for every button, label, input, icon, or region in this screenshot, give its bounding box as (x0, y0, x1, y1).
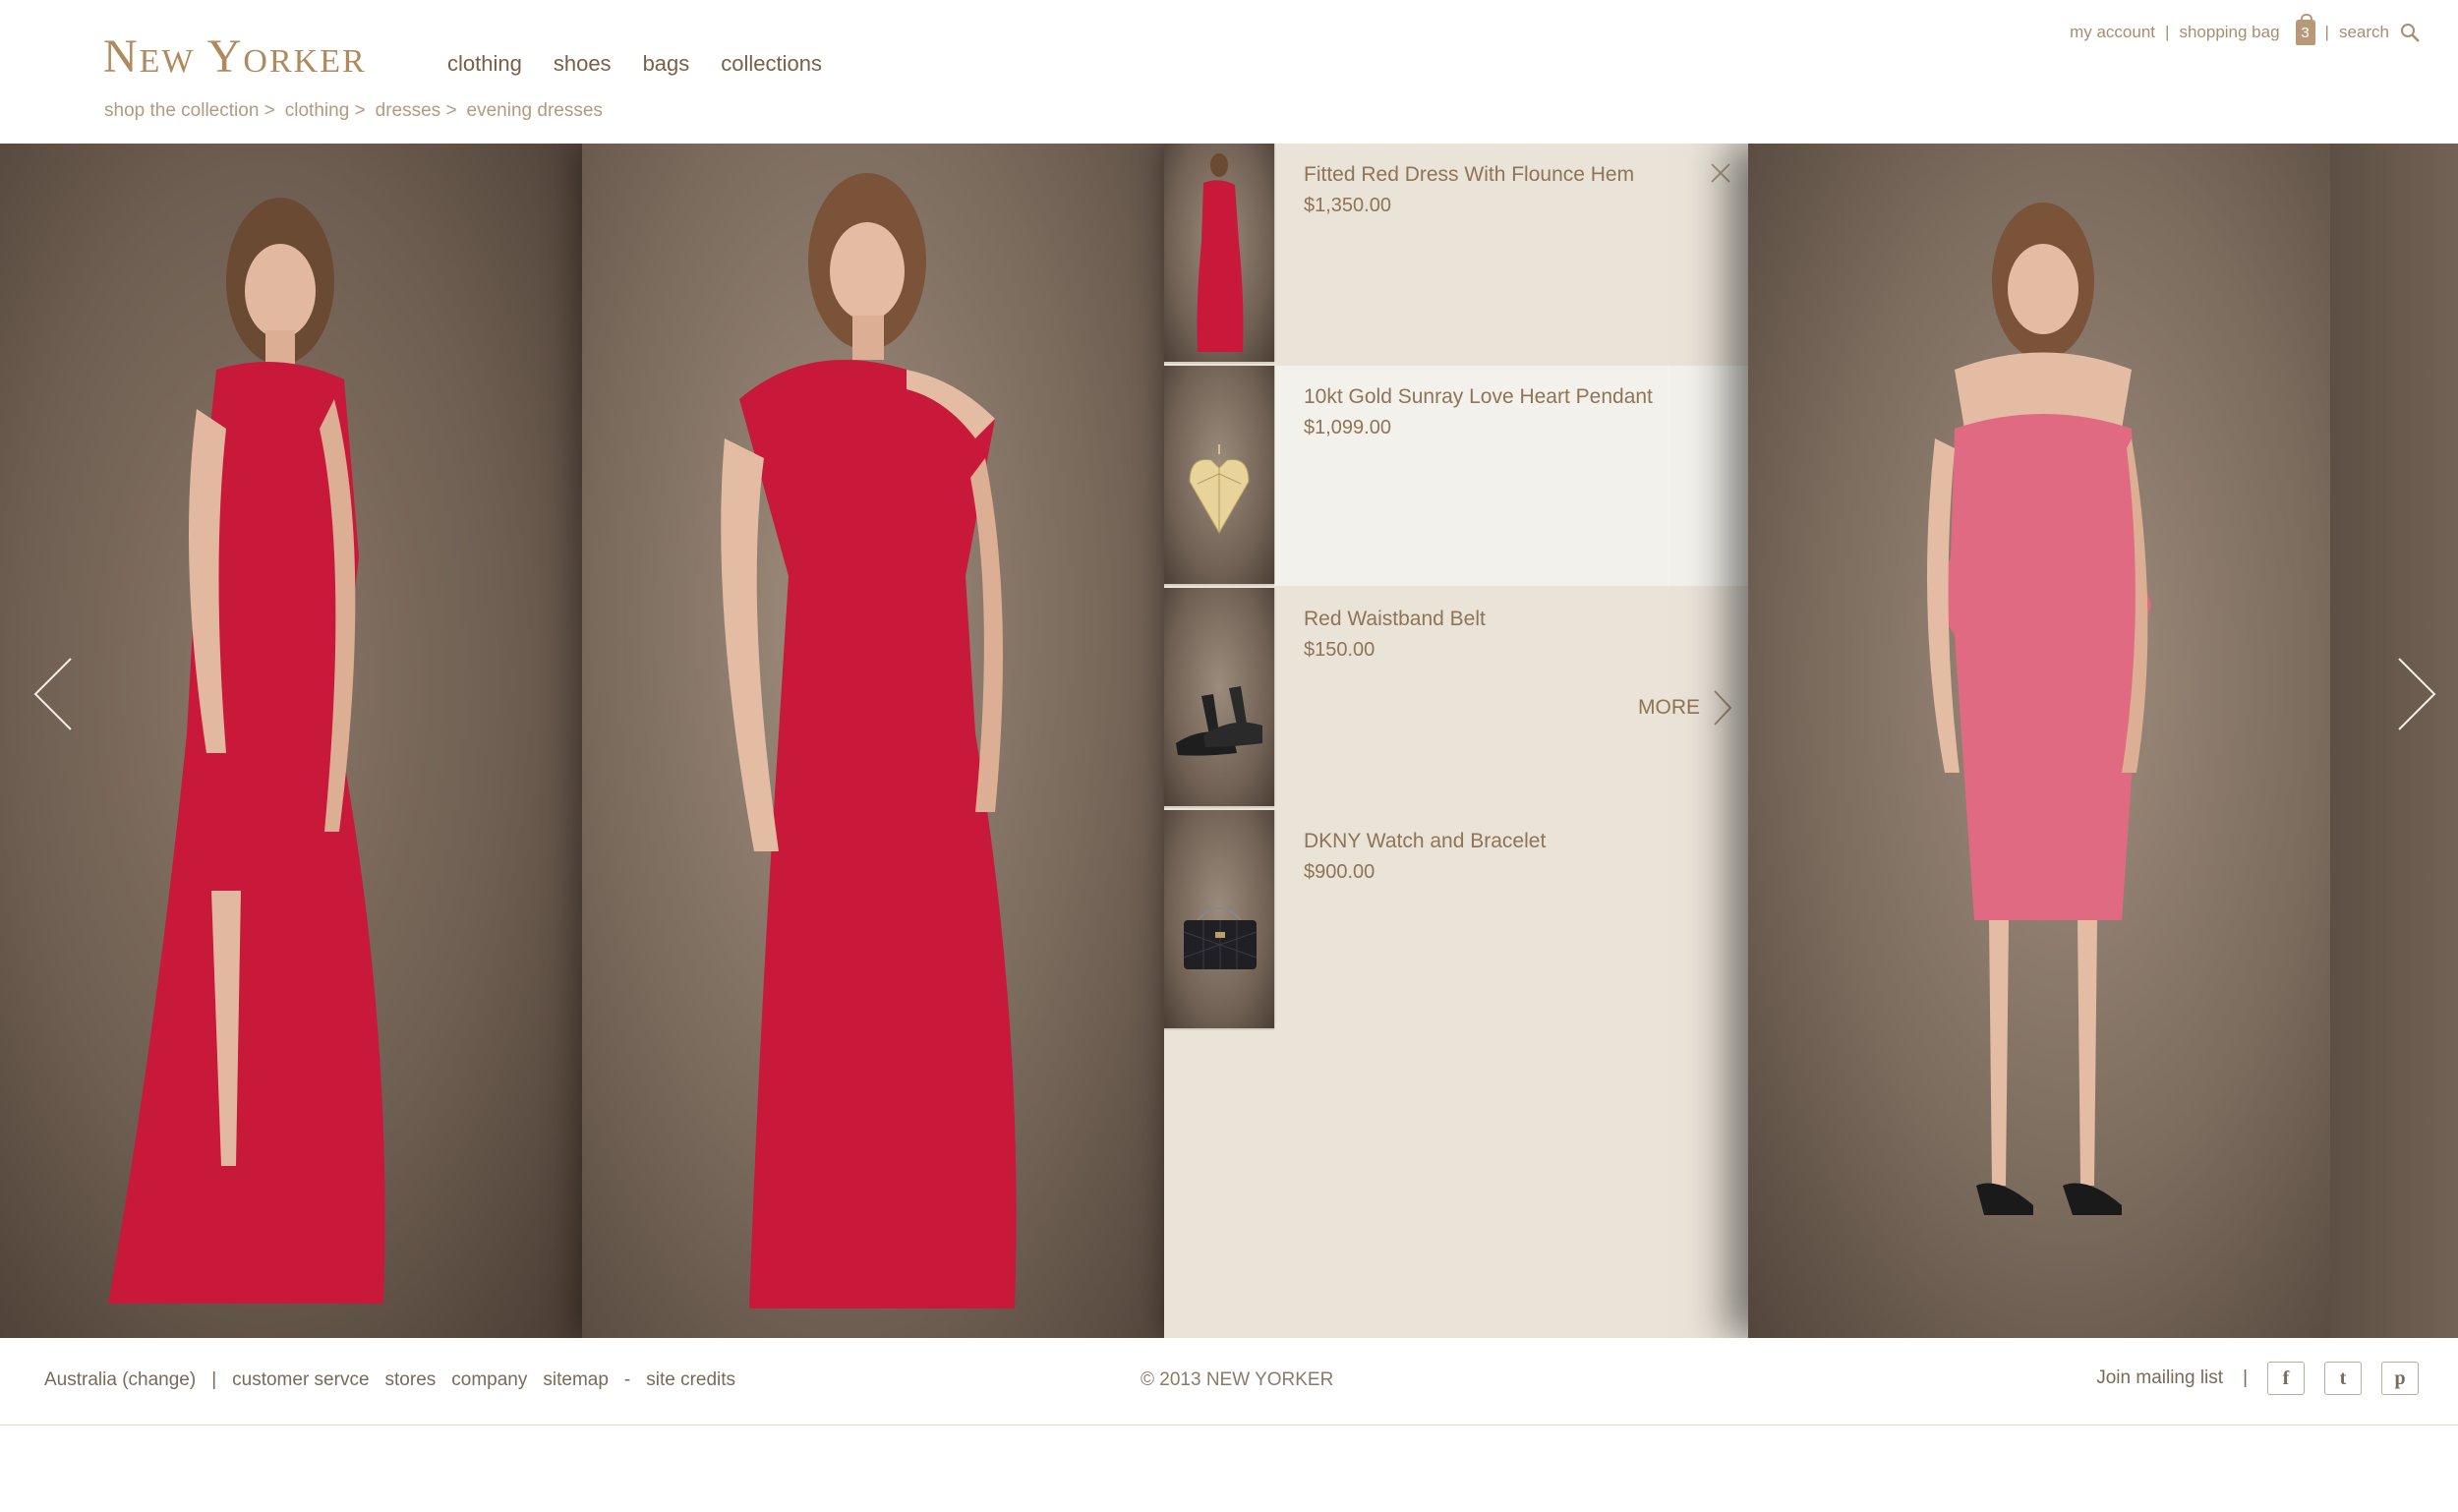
product-name[interactable]: 10kt Gold Sunray Love Heart Pendant (1304, 385, 1653, 409)
site-footer: Australia (change) | customer servce sto… (0, 1338, 2458, 1425)
handbag-icon (1183, 907, 1258, 969)
product-gallery: Fitted Red Dress With Flounce Hem $1,350… (0, 144, 2458, 1338)
more-label: MORE (1638, 696, 1700, 719)
footer-stores-link[interactable]: stores (385, 1369, 437, 1391)
product-item[interactable]: Red Waistband Belt $150.00 MORE (1164, 588, 1748, 808)
nav-shoes[interactable]: shoes (554, 51, 612, 77)
footer-company-link[interactable]: company (451, 1369, 527, 1391)
chevron-left-icon[interactable] (28, 655, 87, 733)
footer-site-credits-link[interactable]: site credits (646, 1369, 735, 1391)
search-link[interactable]: search (2339, 23, 2389, 42)
footer-links: Australia (change) | customer servce sto… (44, 1369, 735, 1391)
more-button[interactable]: MORE (1638, 689, 1733, 727)
footer-customer-service-link[interactable]: customer servce (232, 1369, 369, 1391)
twitter-icon[interactable]: t (2324, 1362, 2362, 1395)
site-logo[interactable]: New Yorker (103, 29, 367, 84)
footer-sitemap-link[interactable]: sitemap (543, 1369, 609, 1391)
main-nav: clothing shoes bags collections (447, 51, 822, 77)
product-thumbnail[interactable] (1164, 366, 1275, 586)
model-photo-red-gown-center[interactable] (582, 144, 1164, 1338)
product-thumbnail[interactable] (1164, 588, 1275, 808)
product-price: $1,099.00 (1304, 417, 1391, 438)
model-photo-pink-dress[interactable] (1748, 144, 2330, 1338)
footer-separator: | (211, 1369, 217, 1390)
breadcrumb-shop-collection[interactable]: shop the collection > (104, 100, 275, 122)
close-icon[interactable] (1709, 161, 1732, 185)
product-thumbnail[interactable] (1164, 144, 1275, 364)
util-separator: | (2324, 23, 2329, 41)
product-item[interactable]: DKNY Watch and Bracelet $900.00 (1164, 810, 1748, 1030)
breadcrumb-clothing[interactable]: clothing > (285, 100, 366, 122)
site-header: New Yorker clothing shoes bags collectio… (0, 0, 2458, 144)
heart-pendant-icon (1189, 444, 1250, 535)
pinterest-icon[interactable]: p (2381, 1362, 2419, 1395)
bag-count-badge[interactable]: 3 (2295, 14, 2315, 45)
footer-separator: - (623, 1369, 631, 1390)
nav-collections[interactable]: collections (721, 51, 822, 77)
nav-bags[interactable]: bags (643, 51, 690, 77)
footer-region-link[interactable]: Australia (change) (44, 1369, 196, 1391)
shop-the-look-panel: Fitted Red Dress With Flounce Hem $1,350… (1164, 144, 1748, 1338)
product-thumbnail[interactable] (1164, 810, 1275, 1030)
model-photo-red-gown-left[interactable] (0, 144, 582, 1338)
model-figure (1927, 203, 2151, 1215)
footer-separator: | (2243, 1367, 2248, 1388)
product-price: $900.00 (1304, 861, 1375, 883)
model-figure (108, 198, 385, 1304)
model-figure (721, 173, 1017, 1308)
product-price: $1,350.00 (1304, 195, 1391, 216)
utility-bar: my account | shopping bag 3 | search (2070, 14, 2421, 45)
product-name[interactable]: DKNY Watch and Bracelet (1304, 830, 1546, 853)
chevron-right-icon[interactable] (2383, 655, 2442, 733)
model-photo-edge[interactable] (2330, 144, 2458, 1338)
breadcrumb-evening-dresses[interactable]: evening dresses (467, 100, 603, 122)
nav-clothing[interactable]: clothing (447, 51, 522, 77)
util-separator: | (2165, 23, 2170, 41)
shopping-bag-link[interactable]: shopping bag (2179, 23, 2279, 42)
breadcrumb-dresses[interactable]: dresses > (376, 100, 457, 122)
product-item[interactable]: Fitted Red Dress With Flounce Hem $1,350… (1164, 144, 1748, 364)
sandals-icon (1176, 686, 1262, 756)
product-price: $150.00 (1304, 639, 1375, 661)
copyright: © 2013 NEW YORKER (1141, 1369, 1334, 1390)
mailing-list-link[interactable]: Join mailing list (2096, 1367, 2223, 1389)
search-icon[interactable] (2399, 22, 2421, 43)
red-dress-icon (1197, 153, 1244, 352)
chevron-right-icon (1714, 690, 1732, 726)
facebook-icon[interactable]: f (2267, 1362, 2305, 1395)
product-name[interactable]: Red Waistband Belt (1304, 608, 1486, 631)
my-account-link[interactable]: my account (2070, 23, 2155, 42)
product-name[interactable]: Fitted Red Dress With Flounce Hem (1304, 163, 1634, 187)
product-item[interactable]: 10kt Gold Sunray Love Heart Pendant $1,0… (1164, 366, 1748, 586)
breadcrumb: shop the collection > clothing > dresses… (104, 100, 603, 122)
footer-social: Join mailing list | f t p (2096, 1362, 2419, 1395)
